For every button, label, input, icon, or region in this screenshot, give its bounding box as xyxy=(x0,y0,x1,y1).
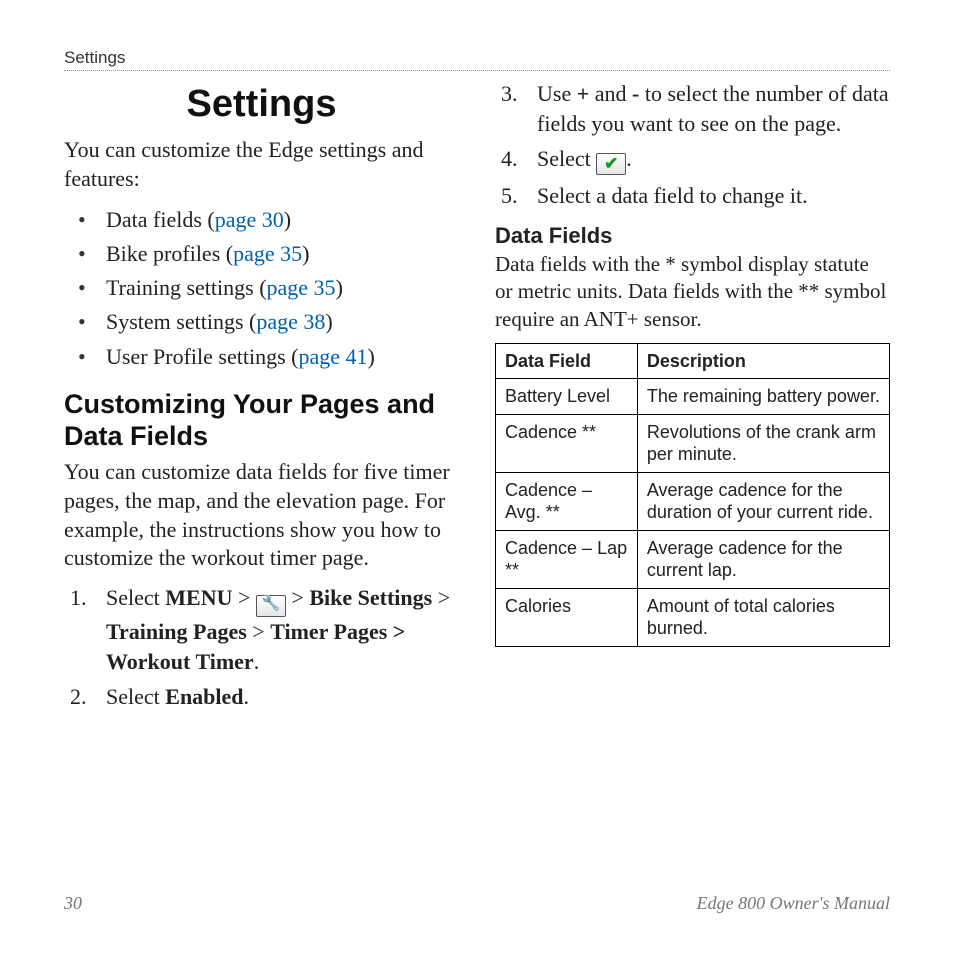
cell-field: Cadence – Lap ** xyxy=(496,530,638,588)
data-fields-table: Data Field Description Battery Level The… xyxy=(495,343,890,647)
menu-label: MENU xyxy=(165,585,232,610)
page-link[interactable]: page 35 xyxy=(267,275,336,300)
step-text: Select a data field to change it. xyxy=(537,183,808,208)
table-row: Battery Level The remaining battery powe… xyxy=(496,379,890,415)
training-pages-label: Training Pages xyxy=(106,619,247,644)
period: . xyxy=(244,684,250,709)
bullet-text: User Profile settings ( xyxy=(106,344,298,369)
enabled-label: Enabled xyxy=(165,684,243,709)
period: . xyxy=(254,649,260,674)
step-1: Select MENU > 🔧 > Bike Settings > Traini… xyxy=(64,583,459,676)
page-link[interactable]: page 38 xyxy=(256,309,325,334)
manual-title: Edge 800 Owner's Manual xyxy=(697,893,890,914)
cell-field: Battery Level xyxy=(496,379,638,415)
sep: > xyxy=(247,619,270,644)
cell-description: Average cadence for the duration of your… xyxy=(637,472,889,530)
steps-left: Select MENU > 🔧 > Bike Settings > Traini… xyxy=(64,583,459,712)
step-5: Select a data field to change it. xyxy=(495,181,890,211)
step-4: Select ✔. xyxy=(495,144,890,175)
page-title: Settings xyxy=(64,83,459,126)
page-footer: 30 Edge 800 Owner's Manual xyxy=(64,893,890,914)
step-3: Use + and - to select the number of data… xyxy=(495,79,890,138)
list-item: Bike profiles (page 35) xyxy=(64,237,459,271)
page-link[interactable]: page 30 xyxy=(215,207,284,232)
bullet-after: ) xyxy=(284,207,291,232)
list-item: System settings (page 38) xyxy=(64,305,459,339)
bullet-text: System settings ( xyxy=(106,309,256,334)
plus-label: + xyxy=(577,81,590,106)
sep: > xyxy=(286,585,309,610)
page-link[interactable]: page 41 xyxy=(298,344,367,369)
data-fields-heading: Data Fields xyxy=(495,223,890,249)
table-header-row: Data Field Description xyxy=(496,343,890,379)
data-fields-paragraph: Data fields with the * symbol display st… xyxy=(495,251,890,333)
col-header-description: Description xyxy=(637,343,889,379)
table-row: Cadence – Lap ** Average cadence for the… xyxy=(496,530,890,588)
bullet-after: ) xyxy=(325,309,332,334)
table-row: Cadence ** Revolutions of the crank arm … xyxy=(496,414,890,472)
col-header-field: Data Field xyxy=(496,343,638,379)
bike-settings-label: Bike Settings xyxy=(309,585,432,610)
cell-field: Cadence – Avg. ** xyxy=(496,472,638,530)
step-text: Use xyxy=(537,81,577,106)
page-link[interactable]: page 35 xyxy=(233,241,302,266)
sep: > xyxy=(232,585,255,610)
cell-description: Amount of total calories burned. xyxy=(637,588,889,646)
bullet-list: Data fields (page 30) Bike profiles (pag… xyxy=(64,203,459,373)
check-icon: ✔ xyxy=(596,153,626,175)
bullet-after: ) xyxy=(302,241,309,266)
sep: > xyxy=(432,585,450,610)
step-text: and xyxy=(589,81,632,106)
list-item: Data fields (page 30) xyxy=(64,203,459,237)
period: . xyxy=(626,146,632,171)
intro-text: You can customize the Edge settings and … xyxy=(64,136,459,193)
page-number: 30 xyxy=(64,893,82,914)
table-row: Calories Amount of total calories burned… xyxy=(496,588,890,646)
step-text: Select xyxy=(106,684,165,709)
bullet-text: Data fields ( xyxy=(106,207,215,232)
cell-description: Average cadence for the current lap. xyxy=(637,530,889,588)
cell-field: Cadence ** xyxy=(496,414,638,472)
running-header: Settings xyxy=(64,48,890,71)
customize-paragraph: You can customize data fields for five t… xyxy=(64,458,459,572)
bullet-text: Bike profiles ( xyxy=(106,241,233,266)
bullet-text: Training settings ( xyxy=(106,275,267,300)
table-row: Cadence – Avg. ** Average cadence for th… xyxy=(496,472,890,530)
cell-field: Calories xyxy=(496,588,638,646)
steps-right: Use + and - to select the number of data… xyxy=(495,79,890,211)
section-heading-customize: Customizing Your Pages and Data Fields xyxy=(64,388,459,453)
right-column: Use + and - to select the number of data… xyxy=(495,79,890,873)
bullet-after: ) xyxy=(368,344,375,369)
step-text: Select xyxy=(537,146,596,171)
bullet-after: ) xyxy=(336,275,343,300)
cell-description: Revolutions of the crank arm per minute. xyxy=(637,414,889,472)
step-text: Select xyxy=(106,585,165,610)
wrench-icon: 🔧 xyxy=(256,595,286,617)
left-column: Settings You can customize the Edge sett… xyxy=(64,79,459,873)
list-item: User Profile settings (page 41) xyxy=(64,340,459,374)
list-item: Training settings (page 35) xyxy=(64,271,459,305)
step-2: Select Enabled. xyxy=(64,682,459,712)
cell-description: The remaining battery power. xyxy=(637,379,889,415)
